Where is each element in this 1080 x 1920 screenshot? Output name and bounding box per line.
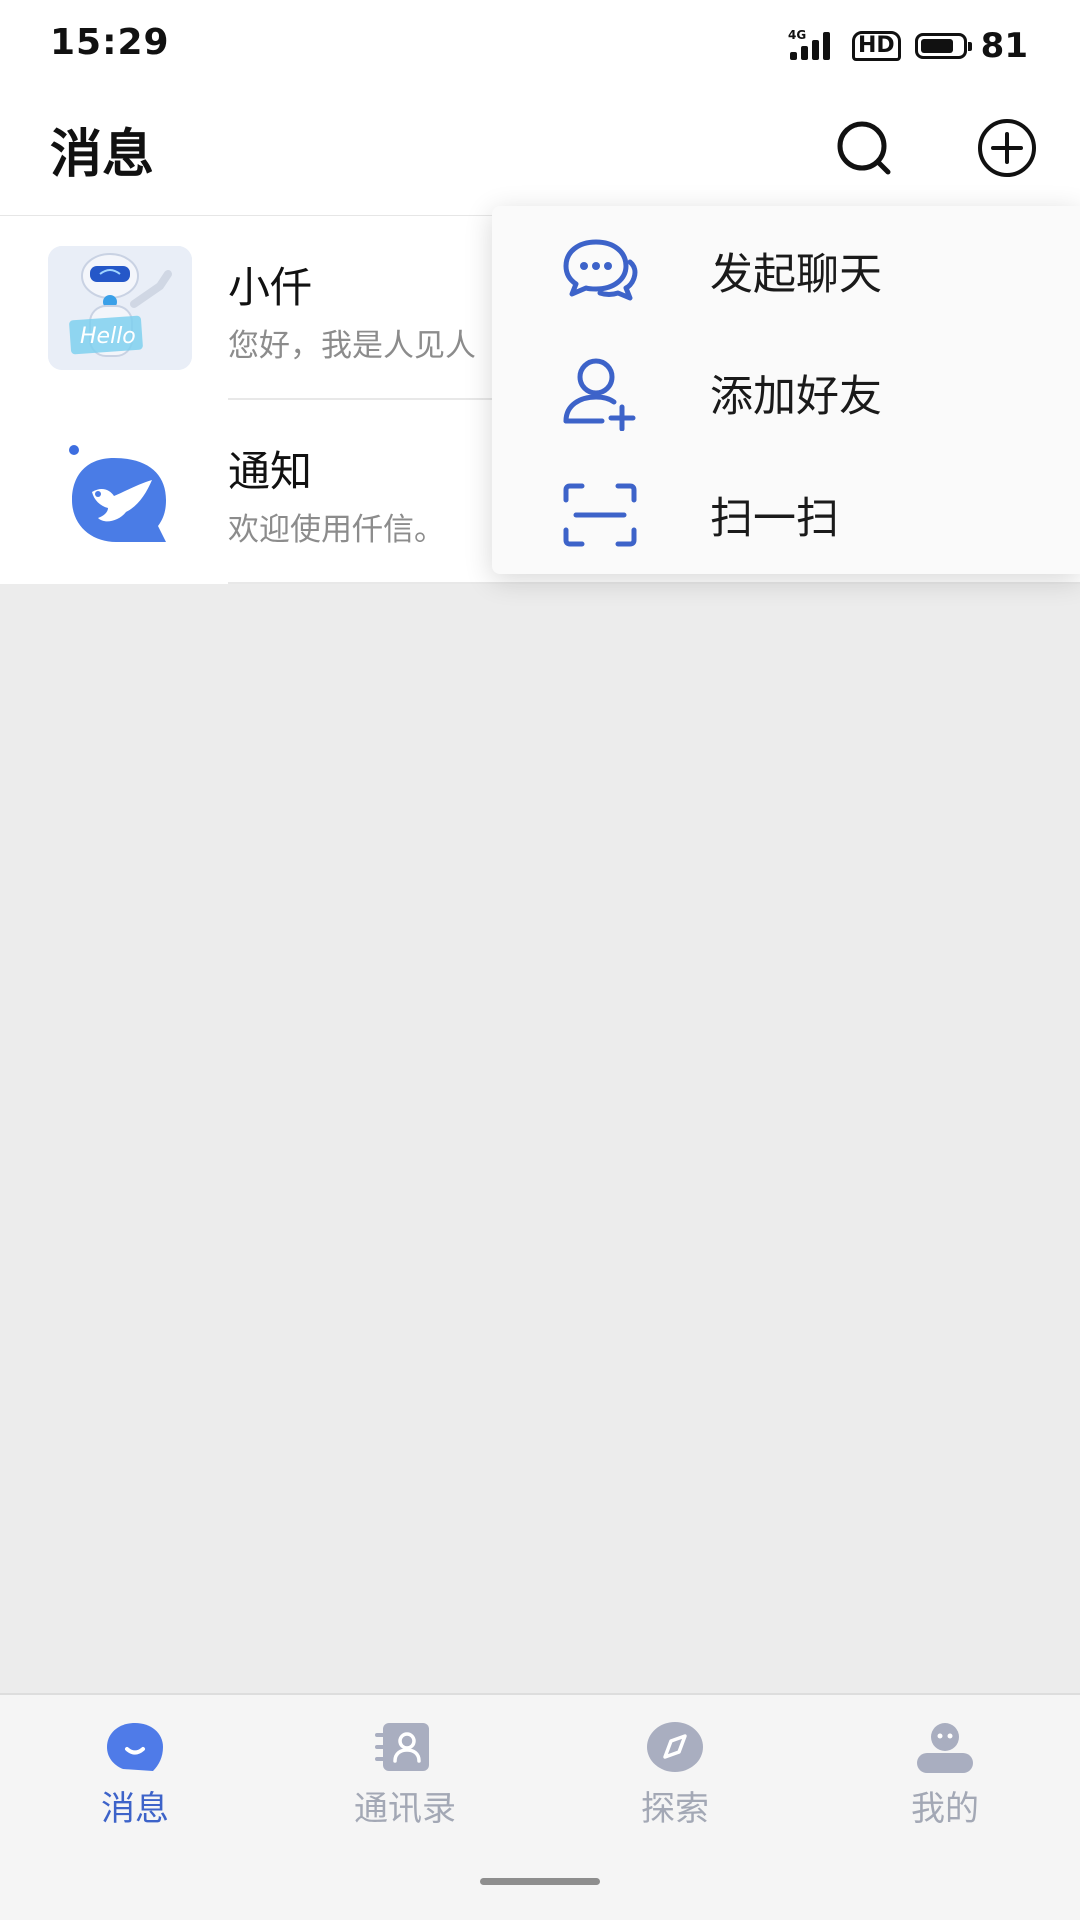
add-menu: 发起聊天 添加好友 扫一扫 bbox=[492, 206, 1080, 574]
menu-item-label: 添加好友 bbox=[710, 372, 882, 422]
conversation-preview: 欢迎使用仟信。 bbox=[228, 512, 445, 548]
nav-label: 通讯录 bbox=[354, 1789, 456, 1829]
plus-circle-icon bbox=[978, 119, 1036, 177]
screen: 15:29 4G HD 81 消息 Hello 小仟 您好，我是人见人 通知 欢… bbox=[0, 0, 1080, 1920]
status-indicators: 4G HD 81 bbox=[788, 24, 1028, 68]
menu-item-scan[interactable]: 扫一扫 bbox=[492, 454, 1080, 576]
nav-label: 消息 bbox=[101, 1789, 169, 1829]
status-bar: 15:29 4G HD 81 bbox=[0, 0, 1080, 92]
nav-label: 我的 bbox=[911, 1789, 979, 1829]
add-user-icon bbox=[560, 353, 640, 433]
compass-icon bbox=[640, 1717, 710, 1777]
menu-item-start-chat[interactable]: 发起聊天 bbox=[492, 210, 1080, 332]
nav-label: 探索 bbox=[641, 1789, 709, 1829]
svg-text:Hello: Hello bbox=[80, 324, 136, 349]
robot-hello-avatar: Hello bbox=[48, 246, 192, 370]
scan-icon bbox=[560, 475, 640, 555]
nav-item-contacts[interactable]: 通讯录 bbox=[295, 1717, 515, 1837]
nav-item-explore[interactable]: 探索 bbox=[565, 1717, 785, 1837]
battery-icon bbox=[914, 33, 972, 59]
status-time: 15:29 bbox=[50, 22, 170, 63]
nav-item-messages[interactable]: 消息 bbox=[25, 1717, 245, 1837]
dove-bubble-avatar bbox=[48, 430, 192, 554]
home-indicator bbox=[480, 1878, 600, 1885]
divider bbox=[228, 582, 1080, 584]
battery-level: 81 bbox=[980, 26, 1028, 66]
search-icon bbox=[837, 121, 891, 175]
chat-bubbles-icon bbox=[560, 231, 640, 311]
battery-fill bbox=[920, 39, 953, 53]
search-button[interactable] bbox=[832, 116, 896, 180]
profile-icon bbox=[910, 1717, 980, 1777]
message-icon bbox=[100, 1717, 170, 1777]
hd-voice-icon: HD bbox=[851, 31, 901, 61]
contacts-icon bbox=[370, 1717, 440, 1777]
bottom-nav: 消息 通讯录 探索 我的 bbox=[0, 1693, 1080, 1920]
conversation-name: 通知 bbox=[228, 447, 313, 496]
menu-item-add-friend[interactable]: 添加好友 bbox=[492, 332, 1080, 454]
add-button[interactable] bbox=[975, 116, 1039, 180]
conversation-preview: 您好，我是人见人 bbox=[228, 328, 476, 364]
page-title: 消息 bbox=[50, 125, 155, 185]
menu-item-label: 发起聊天 bbox=[710, 250, 882, 300]
conversation-name: 小仟 bbox=[228, 263, 313, 312]
menu-item-label: 扫一扫 bbox=[710, 494, 839, 544]
signal-icon: 4G bbox=[788, 28, 838, 64]
network-type: 4G bbox=[787, 28, 807, 42]
nav-item-profile[interactable]: 我的 bbox=[835, 1717, 1055, 1837]
header: 消息 bbox=[0, 92, 1080, 216]
